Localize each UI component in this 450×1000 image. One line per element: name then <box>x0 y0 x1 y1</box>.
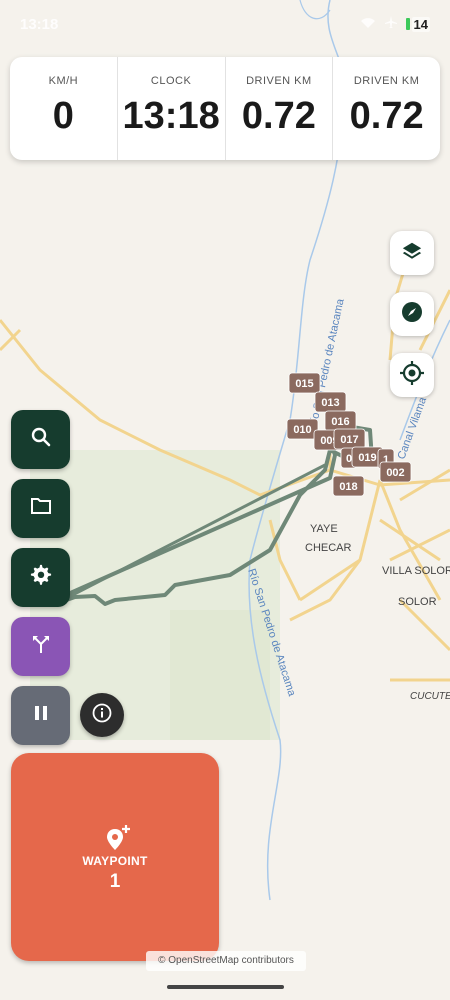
pause-button[interactable] <box>11 686 70 745</box>
place-label: YAYE <box>310 523 338 535</box>
status-time: 13:18 <box>20 16 59 33</box>
driven-km-cell: DRIVEN KM 0.72 <box>226 57 334 160</box>
waypoint-marker-label: 015 <box>295 378 313 390</box>
gear-icon <box>30 564 52 591</box>
fork-icon <box>30 633 52 660</box>
battery-icon: 14 <box>405 16 430 32</box>
waypoint-marker[interactable]: 017 <box>333 428 366 450</box>
waypoint-marker[interactable]: 015 <box>288 372 321 394</box>
airplane-icon <box>384 15 398 33</box>
settings-button[interactable] <box>11 548 70 607</box>
status-bar: 13:18 14 <box>0 0 450 48</box>
layers-button[interactable] <box>390 231 434 275</box>
waypoint-marker-label: 016 <box>331 416 349 428</box>
waypoint-marker-label: 013 <box>321 397 339 409</box>
compass-icon <box>400 300 424 329</box>
map-attribution[interactable]: © OpenStreetMap contributors <box>146 951 306 971</box>
waypoint-label: WAYPOINT <box>82 854 148 868</box>
speed-value: 0 <box>52 95 74 137</box>
driven-km-cell-2: DRIVEN KM 0.72 <box>333 57 440 160</box>
waypoint-marker[interactable]: 010 <box>286 418 319 440</box>
driven-km-value: 0.72 <box>241 95 316 137</box>
clock-value: 13:18 <box>122 95 220 137</box>
status-icons: 14 <box>360 15 430 33</box>
place-label: CHECAR <box>305 542 352 554</box>
folder-button[interactable] <box>11 479 70 538</box>
info-icon <box>91 702 113 729</box>
speed-label: KM/H <box>48 75 79 87</box>
waypoint-marker-label: 017 <box>340 434 358 446</box>
clock-cell: CLOCK 13:18 <box>118 57 226 160</box>
route-button[interactable] <box>11 617 70 676</box>
place-label: CUCUTE <box>410 691 450 702</box>
waypoint-marker[interactable]: 016 <box>324 410 357 432</box>
my-location-button[interactable] <box>390 353 434 397</box>
speed-cell: KM/H 0 <box>10 57 118 160</box>
driven-km-value-2: 0.72 <box>349 95 424 137</box>
waypoint-count: 1 <box>109 871 121 892</box>
info-button[interactable] <box>80 693 124 737</box>
waypoint-marker[interactable]: 013 <box>314 391 347 413</box>
waypoint-marker-label: 0 <box>346 453 352 465</box>
folder-icon <box>30 497 52 520</box>
pause-icon <box>33 704 49 727</box>
driven-km-label-2: DRIVEN KM <box>353 75 420 87</box>
waypoint-marker-label: 018 <box>339 481 357 493</box>
dashboard-panel: KM/H 0 CLOCK 13:18 DRIVEN KM 0.72 DRIVEN… <box>10 57 440 160</box>
search-button[interactable] <box>11 410 70 469</box>
add-location-icon <box>104 823 134 858</box>
park-area <box>170 610 270 740</box>
wifi-icon <box>360 16 376 33</box>
waypoint-marker-label: 019 <box>358 452 376 464</box>
waypoint-marker-label: 002 <box>386 467 404 479</box>
search-icon <box>30 426 52 453</box>
river-label: Canal Vilama <box>396 395 430 461</box>
add-waypoint-button[interactable]: WAYPOINT 1 <box>11 753 219 961</box>
clock-label: CLOCK <box>150 75 192 87</box>
compass-button[interactable] <box>390 292 434 336</box>
place-label: VILLA SOLOR <box>382 565 450 577</box>
home-indicator <box>167 985 284 989</box>
waypoint-marker[interactable]: 018 <box>332 475 365 497</box>
driven-km-label: DRIVEN KM <box>246 75 312 87</box>
place-label: SOLOR <box>398 596 437 608</box>
layers-icon <box>401 240 423 267</box>
battery-level: 14 <box>411 16 430 32</box>
my-location-icon <box>399 360 425 391</box>
waypoint-marker[interactable]: 002 <box>379 461 412 483</box>
waypoint-marker-label: 010 <box>293 424 311 436</box>
